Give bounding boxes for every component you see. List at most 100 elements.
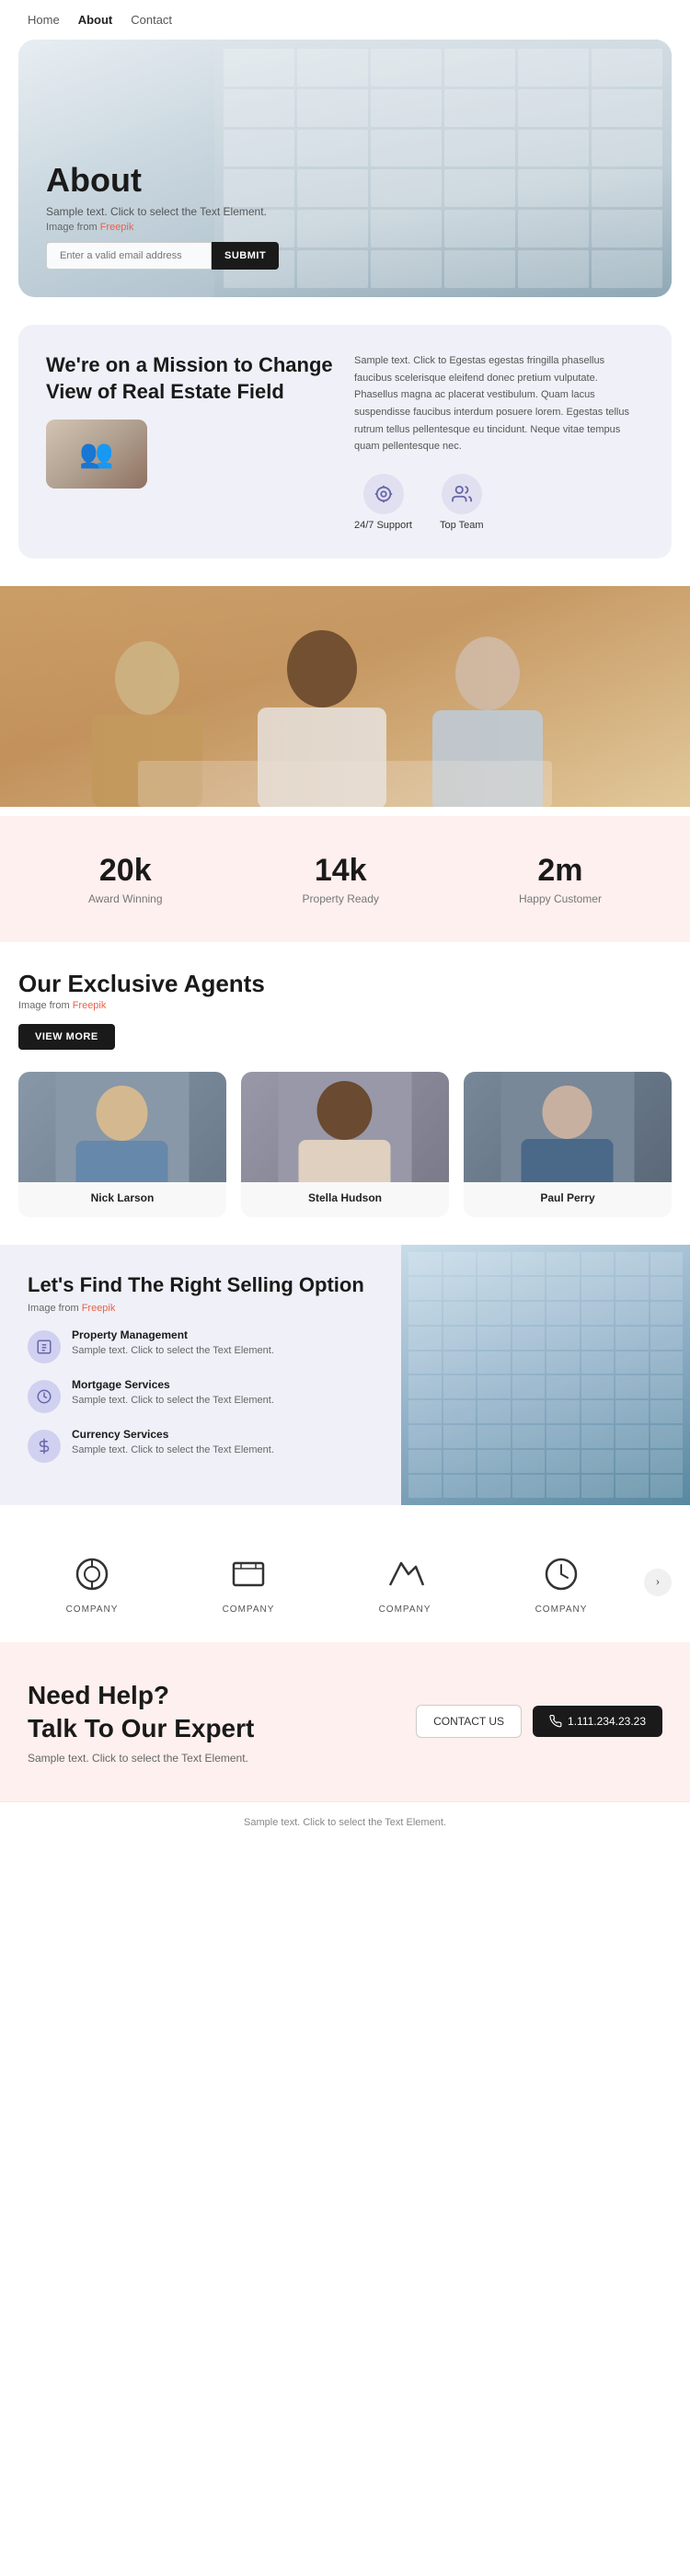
hero-building-image [214, 40, 672, 297]
agent-card-0: Nick Larson [18, 1072, 226, 1217]
service-mortgage-desc: Sample text. Click to select the Text El… [72, 1393, 274, 1409]
service-property: Property Management Sample text. Click t… [28, 1328, 374, 1363]
agent-card-2: Paul Perry [464, 1072, 672, 1217]
mission-right: Sample text. Click to Egestas egestas fr… [354, 352, 644, 531]
support-label: 24/7 Support [354, 520, 412, 531]
logo-icon-3 [382, 1551, 428, 1597]
help-section: Need Help?Talk To Our Expert Sample text… [0, 1642, 690, 1801]
service-currency: Currency Services Sample text. Click to … [28, 1428, 374, 1463]
logo-label-4: COMPANY [535, 1604, 588, 1615]
logo-2: COMPANY [175, 1551, 322, 1615]
mission-image-inner: 👥 [46, 420, 147, 489]
help-left: Need Help?Talk To Our Expert Sample text… [28, 1679, 397, 1765]
agents-freepik-link[interactable]: Freepik [73, 1000, 107, 1011]
phone-icon [549, 1715, 562, 1728]
currency-icon [28, 1430, 61, 1463]
view-more-button[interactable]: VIEW MORE [18, 1024, 115, 1050]
stat-property-number: 14k [303, 853, 379, 889]
selling-right-image [401, 1245, 690, 1505]
selling-title: Let's Find The Right Selling Option [28, 1272, 374, 1299]
help-subtitle: Sample text. Click to select the Text El… [28, 1752, 397, 1765]
mission-section: We're on a Mission to Change View of Rea… [18, 325, 672, 558]
agent-name-stella: Stella Hudson [241, 1182, 449, 1217]
support-icon [363, 474, 404, 514]
footer: Sample text. Click to select the Text El… [0, 1801, 690, 1843]
property-icon [28, 1330, 61, 1363]
stat-award-label: Award Winning [88, 892, 162, 905]
footer-text: Sample text. Click to select the Text El… [244, 1817, 446, 1828]
selling-section: Let's Find The Right Selling Option Imag… [0, 1245, 690, 1505]
logo-label-1: COMPANY [66, 1604, 119, 1615]
agents-section: Our Exclusive Agents Image from Freepik … [0, 942, 690, 1226]
nav-about[interactable]: About [78, 13, 113, 27]
service-property-title: Property Management [72, 1328, 274, 1341]
mortgage-icon [28, 1380, 61, 1413]
hero-email-form: SUBMIT [46, 242, 279, 270]
service-mortgage-text: Mortgage Services Sample text. Click to … [72, 1378, 274, 1409]
freepik-link[interactable]: Freepik [100, 222, 134, 233]
agents-credit: Image from Freepik [18, 1000, 672, 1011]
agent-name-paul: Paul Perry [464, 1182, 672, 1217]
hero-content: About Sample text. Click to select the T… [46, 160, 279, 270]
mission-image: 👥 [46, 420, 147, 489]
selling-credit: Image from Freepik [28, 1303, 374, 1314]
agent-photo-nick [18, 1072, 226, 1182]
logos-section: COMPANY COMPANY COMPANY COMPANY › [0, 1524, 690, 1642]
help-buttons: CONTACT US 1.111.234.23.23 [416, 1705, 662, 1738]
team-photo [0, 586, 690, 807]
logo-4: COMPANY [488, 1551, 635, 1615]
stat-property-label: Property Ready [303, 892, 379, 905]
hero-credit: Image from Freepik [46, 222, 279, 233]
people-icon: 👥 [79, 438, 113, 470]
stats-section: 20k Award Winning 14k Property Ready 2m … [0, 816, 690, 942]
contact-us-button[interactable]: CONTACT US [416, 1705, 522, 1738]
agents-title: Our Exclusive Agents [18, 970, 672, 998]
stat-award: 20k Award Winning [88, 853, 162, 905]
stat-customer-label: Happy Customer [519, 892, 602, 905]
mission-left: We're on a Mission to Change View of Rea… [46, 352, 336, 531]
agents-grid: Nick Larson Stella Hudson Paul Perry [18, 1072, 672, 1217]
team-feature: Top Team [440, 474, 484, 531]
selling-left: Let's Find The Right Selling Option Imag… [0, 1245, 401, 1505]
hero-title: About [46, 160, 279, 200]
mission-features: 24/7 Support Top Team [354, 474, 644, 531]
service-currency-desc: Sample text. Click to select the Text El… [72, 1443, 274, 1458]
logo-1: COMPANY [18, 1551, 166, 1615]
help-title: Need Help?Talk To Our Expert [28, 1679, 397, 1746]
support-feature: 24/7 Support [354, 474, 412, 531]
service-currency-text: Currency Services Sample text. Click to … [72, 1428, 274, 1458]
stat-property: 14k Property Ready [303, 853, 379, 905]
mission-body: Sample text. Click to Egestas egestas fr… [354, 352, 644, 455]
phone-number: 1.111.234.23.23 [568, 1715, 646, 1728]
submit-button[interactable]: SUBMIT [212, 242, 279, 270]
nav-contact[interactable]: Contact [131, 13, 172, 27]
stat-customer-number: 2m [519, 853, 602, 889]
team-icon [442, 474, 482, 514]
logo-icon-1 [69, 1551, 115, 1597]
mission-title: We're on a Mission to Change View of Rea… [46, 352, 336, 405]
hero-subtitle: Sample text. Click to select the Text El… [46, 205, 279, 218]
stat-award-number: 20k [88, 853, 162, 889]
agent-photo-stella [241, 1072, 449, 1182]
service-mortgage-title: Mortgage Services [72, 1378, 274, 1391]
agent-photo-paul [464, 1072, 672, 1182]
building-grid [214, 40, 672, 297]
logo-3: COMPANY [331, 1551, 478, 1615]
navigation: Home About Contact [0, 0, 690, 40]
logos-next-button[interactable]: › [644, 1569, 672, 1596]
phone-button[interactable]: 1.111.234.23.23 [533, 1706, 662, 1737]
selling-freepik-link[interactable]: Freepik [82, 1303, 116, 1314]
hero-section: About Sample text. Click to select the T… [18, 40, 672, 297]
selling-building-overlay [401, 1245, 690, 1505]
agent-card-1: Stella Hudson [241, 1072, 449, 1217]
stat-customer: 2m Happy Customer [519, 853, 602, 905]
team-photo-overlay [0, 586, 690, 807]
nav-home[interactable]: Home [28, 13, 60, 27]
email-input[interactable] [46, 242, 212, 270]
team-label: Top Team [440, 520, 484, 531]
logo-icon-4 [538, 1551, 584, 1597]
agent-name-nick: Nick Larson [18, 1182, 226, 1217]
service-property-text: Property Management Sample text. Click t… [72, 1328, 274, 1359]
logo-icon-2 [225, 1551, 271, 1597]
logo-label-3: COMPANY [379, 1604, 431, 1615]
